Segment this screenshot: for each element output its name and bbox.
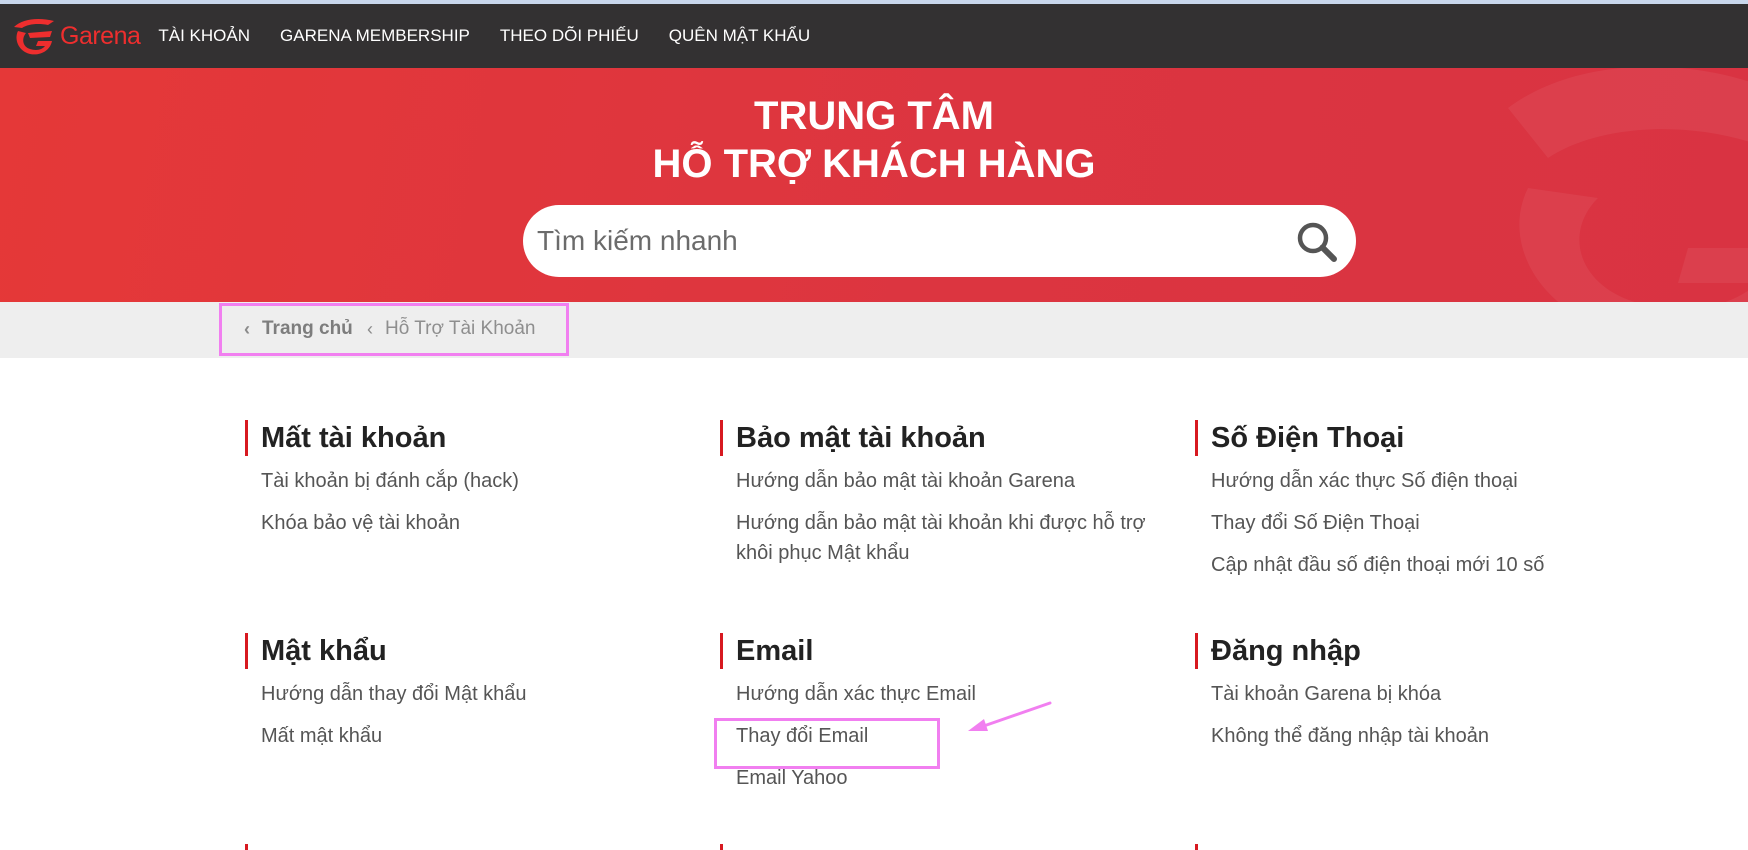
nav-item-track-ticket[interactable]: THEO DÕI PHIẾU [500,26,639,46]
section-lost-account: Mất tài khoản Tài khoản bị đánh cắp (hac… [245,420,685,550]
hero-title-line1: TRUNG TÂM [754,94,994,138]
section-title: Email [720,633,1160,669]
section-title: Mật khẩu [245,633,685,669]
next-section-marker [245,844,248,850]
section-title: Đăng nhập [1195,633,1635,669]
link-account-locked[interactable]: Tài khoản Garena bị khóa [1211,679,1635,709]
section-password: Mật khẩu Hướng dẫn thay đổi Mật khẩu Mất… [245,633,685,763]
link-verify-phone[interactable]: Hướng dẫn xác thực Số điện thoại [1211,466,1635,496]
search-icon[interactable] [1294,219,1340,265]
next-section-marker [1195,844,1198,850]
link-change-phone[interactable]: Thay đổi Số Điện Thoại [1211,508,1635,538]
garena-dragon-icon [14,19,54,55]
link-security-guide[interactable]: Hướng dẫn bảo mật tài khoản Garena [736,466,1160,496]
nav-menu: TÀI KHOẢN GARENA MEMBERSHIP THEO DÕI PHI… [158,26,840,46]
section-login: Đăng nhập Tài khoản Garena bị khóa Không… [1195,633,1635,763]
link-security-after-recovery[interactable]: Hướng dẫn bảo mật tài khoản khi được hỗ … [736,508,1160,568]
annotation-arrow-icon [968,701,1052,731]
top-navbar: Garena TÀI KHOẢN GARENA MEMBERSHIP THEO … [0,4,1748,68]
link-lost-password[interactable]: Mất mật khẩu [261,721,685,751]
section-title: Mất tài khoản [245,420,685,456]
link-cannot-login[interactable]: Không thể đăng nhập tài khoản [1211,721,1635,751]
breadcrumb-highlight-box [219,303,569,356]
nav-item-forgot-password[interactable]: QUÊN MẬT KHẨU [669,26,810,46]
garena-logo[interactable]: Garena [8,13,141,59]
next-section-marker [720,844,723,850]
link-account-protection-lock[interactable]: Khóa bảo vệ tài khoản [261,508,685,538]
hero-banner: TRUNG TÂM HỖ TRỢ KHÁCH HÀNG [0,68,1748,302]
search-bar [523,205,1356,277]
section-title: Bảo mật tài khoản [720,420,1160,456]
nav-item-membership[interactable]: GARENA MEMBERSHIP [280,26,470,46]
link-hacked-account[interactable]: Tài khoản bị đánh cắp (hack) [261,466,685,496]
nav-item-account[interactable]: TÀI KHOẢN [158,26,250,46]
link-verify-email[interactable]: Hướng dẫn xác thực Email [736,679,1160,709]
link-change-password[interactable]: Hướng dẫn thay đổi Mật khẩu [261,679,685,709]
section-title: Số Điện Thoại [1195,420,1635,456]
section-phone-number: Số Điện Thoại Hướng dẫn xác thực Số điện… [1195,420,1635,592]
link-update-10-digit[interactable]: Cập nhật đầu số điện thoại mới 10 số [1211,550,1635,580]
section-account-security: Bảo mật tài khoản Hướng dẫn bảo mật tài … [720,420,1160,580]
change-email-highlight-box [714,718,940,769]
hero-title-line2: HỖ TRỢ KHÁCH HÀNG [652,142,1096,186]
search-input[interactable] [537,216,1257,266]
logo-text: Garena [60,21,141,50]
